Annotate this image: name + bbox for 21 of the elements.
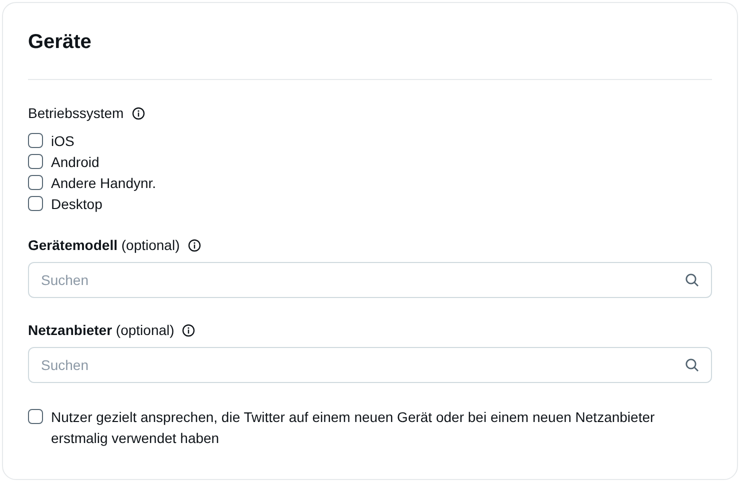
checkbox[interactable] [28,409,43,424]
checkbox[interactable] [28,133,43,148]
checkbox-label[interactable]: Desktop [51,194,102,215]
checkbox[interactable] [28,196,43,211]
info-icon[interactable] [182,324,196,336]
checkbox[interactable] [28,175,43,190]
field-label: Gerätemodell (optional) [28,237,180,253]
checkbox-label[interactable]: iOS [51,131,74,152]
search-field[interactable]: Suchen [28,347,712,383]
checkbox-label[interactable]: Android [51,152,100,173]
checkbox-label[interactable]: Nutzer gezielt ansprechen, die Twitter auf einem neuen Gerät oder bei einem neuen Netzanbieter erstmalig verwendet haben [51,407,712,449]
search-icon[interactable] [685,273,699,287]
info-icon[interactable] [132,106,145,120]
info-icon[interactable] [188,238,201,252]
section-title: Geräte [28,30,92,55]
checkbox[interactable] [28,154,43,169]
search-icon[interactable] [685,358,699,372]
field-label: Netzanbieter (optional) [28,322,174,338]
field-label: Betriebssystem [28,105,124,121]
checkbox-label[interactable]: Andere Handynr. [51,173,156,194]
search-field[interactable]: Suchen [28,262,712,298]
